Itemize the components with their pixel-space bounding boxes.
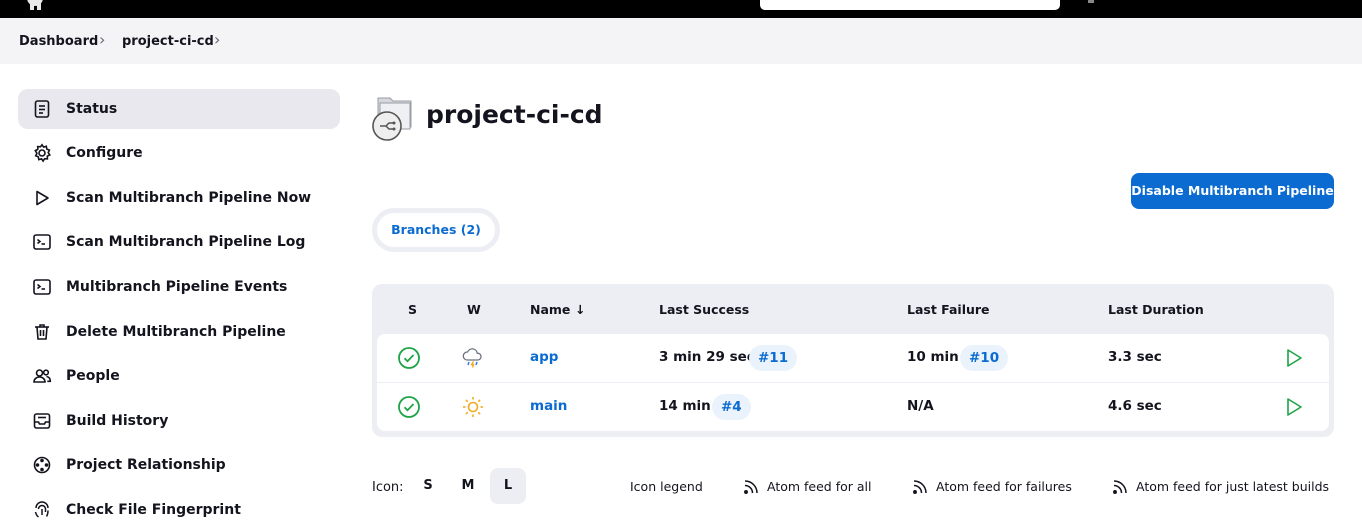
breadcrumb-dashboard[interactable]: Dashboard: [19, 34, 98, 49]
sidebar-item-label: Status: [66, 101, 118, 117]
atom-feed-all-link[interactable]: Atom feed for all: [767, 479, 872, 494]
page-title: project-ci-cd: [426, 100, 603, 129]
rss-feed-icon: [913, 480, 927, 494]
sidebar-item-delete[interactable]: Delete Multibranch Pipeline: [18, 312, 340, 352]
branches-table: S W Name ↓ Last Success Last Failure Las…: [372, 284, 1334, 437]
rain-icon: [462, 348, 482, 368]
sidebar-item-label: Scan Multibranch Pipeline Now: [66, 190, 312, 206]
last-success-time: 14 min: [659, 398, 711, 414]
last-failure-time: 10 min: [907, 349, 959, 365]
jenkins-logo-icon[interactable]: [24, 0, 46, 10]
sidebar-item-label: Delete Multibranch Pipeline: [66, 324, 286, 340]
icon-size-medium-button[interactable]: M: [450, 468, 486, 504]
last-failure-time: N/A: [907, 398, 934, 414]
column-header-last-duration[interactable]: Last Duration: [1108, 302, 1204, 317]
people-icon: [33, 369, 52, 383]
last-duration: 3.3 sec: [1108, 349, 1162, 365]
atom-feed-latest-link[interactable]: Atom feed for just latest builds: [1136, 479, 1329, 494]
branch-link-app[interactable]: app: [530, 349, 558, 365]
column-header-last-success[interactable]: Last Success: [659, 302, 749, 317]
build-link[interactable]: #11: [749, 345, 798, 371]
column-header-weather[interactable]: W: [467, 302, 481, 317]
sun-icon: [463, 397, 483, 417]
sidebar-item-build-history[interactable]: Build History: [18, 401, 340, 441]
column-header-status[interactable]: S: [408, 302, 417, 317]
icon-size-large-button[interactable]: L: [490, 468, 526, 504]
atom-feed-failures-link[interactable]: Atom feed for failures: [936, 479, 1072, 494]
table-row: main 14 min #4 N/A 4.6 sec: [377, 383, 1329, 431]
icon-size-small-button[interactable]: S: [410, 468, 446, 504]
chevron-right-icon[interactable]: ›: [214, 30, 220, 49]
build-link[interactable]: #4: [712, 394, 751, 420]
document-icon: [34, 100, 50, 118]
rss-feed-icon: [744, 480, 758, 494]
sidebar-item-status[interactable]: Status: [18, 89, 340, 129]
terminal-icon: [33, 234, 51, 250]
sidebar-item-scan-log[interactable]: Scan Multibranch Pipeline Log: [18, 222, 340, 262]
table-footer: Icon: S M L Icon legend Atom feed for al…: [0, 466, 1362, 508]
success-status-icon: [398, 347, 420, 369]
top-header: [0, 0, 1362, 18]
icon-size-label: Icon:: [372, 480, 404, 495]
play-icon: [36, 190, 49, 206]
sidebar-item-configure[interactable]: Configure: [18, 133, 340, 173]
tab-branches[interactable]: Branches (2): [377, 213, 495, 247]
icon-legend-link[interactable]: Icon legend: [630, 479, 703, 494]
inbox-icon: [33, 413, 51, 429]
trash-icon: [35, 324, 49, 340]
gear-icon: [34, 143, 51, 163]
sidebar-item-scan-now[interactable]: Scan Multibranch Pipeline Now: [18, 178, 340, 218]
table-row: app 3 min 29 sec #11 10 min #10 3.3 sec: [377, 334, 1329, 382]
sidebar-item-label: Multibranch Pipeline Events: [66, 279, 288, 295]
breadcrumb: Dashboard › project-ci-cd ›: [0, 18, 1362, 64]
sort-arrow-icon[interactable]: ↓: [575, 302, 585, 317]
sidebar-item-people[interactable]: People: [18, 356, 340, 396]
sidebar-item-label: Build History: [66, 413, 169, 429]
terminal-icon: [33, 279, 51, 295]
tab-bar: Branches (2): [372, 208, 500, 252]
build-play-icon[interactable]: [1282, 395, 1306, 419]
multibranch-folder-icon: [372, 97, 412, 141]
branch-link-main[interactable]: main: [530, 398, 567, 414]
build-play-icon[interactable]: [1282, 346, 1306, 370]
rss-feed-icon: [1113, 480, 1127, 494]
sidebar-item-events[interactable]: Multibranch Pipeline Events: [18, 267, 340, 307]
sidebar-item-label: People: [66, 368, 120, 384]
sidebar-item-label: Scan Multibranch Pipeline Log: [66, 234, 306, 250]
column-header-last-failure[interactable]: Last Failure: [907, 302, 990, 317]
header-icon[interactable]: [1088, 0, 1094, 3]
disable-multibranch-button[interactable]: Disable Multibranch Pipeline: [1131, 173, 1334, 209]
chevron-right-icon: ›: [99, 30, 106, 49]
breadcrumb-project[interactable]: project-ci-cd: [122, 34, 214, 49]
success-status-icon: [398, 396, 420, 418]
search-input[interactable]: [760, 0, 1060, 10]
last-duration: 4.6 sec: [1108, 398, 1162, 414]
column-header-name[interactable]: Name: [530, 302, 570, 317]
sidebar-item-label: Configure: [66, 145, 143, 161]
last-success-time: 3 min 29 sec: [659, 349, 755, 365]
build-link[interactable]: #10: [960, 345, 1009, 371]
